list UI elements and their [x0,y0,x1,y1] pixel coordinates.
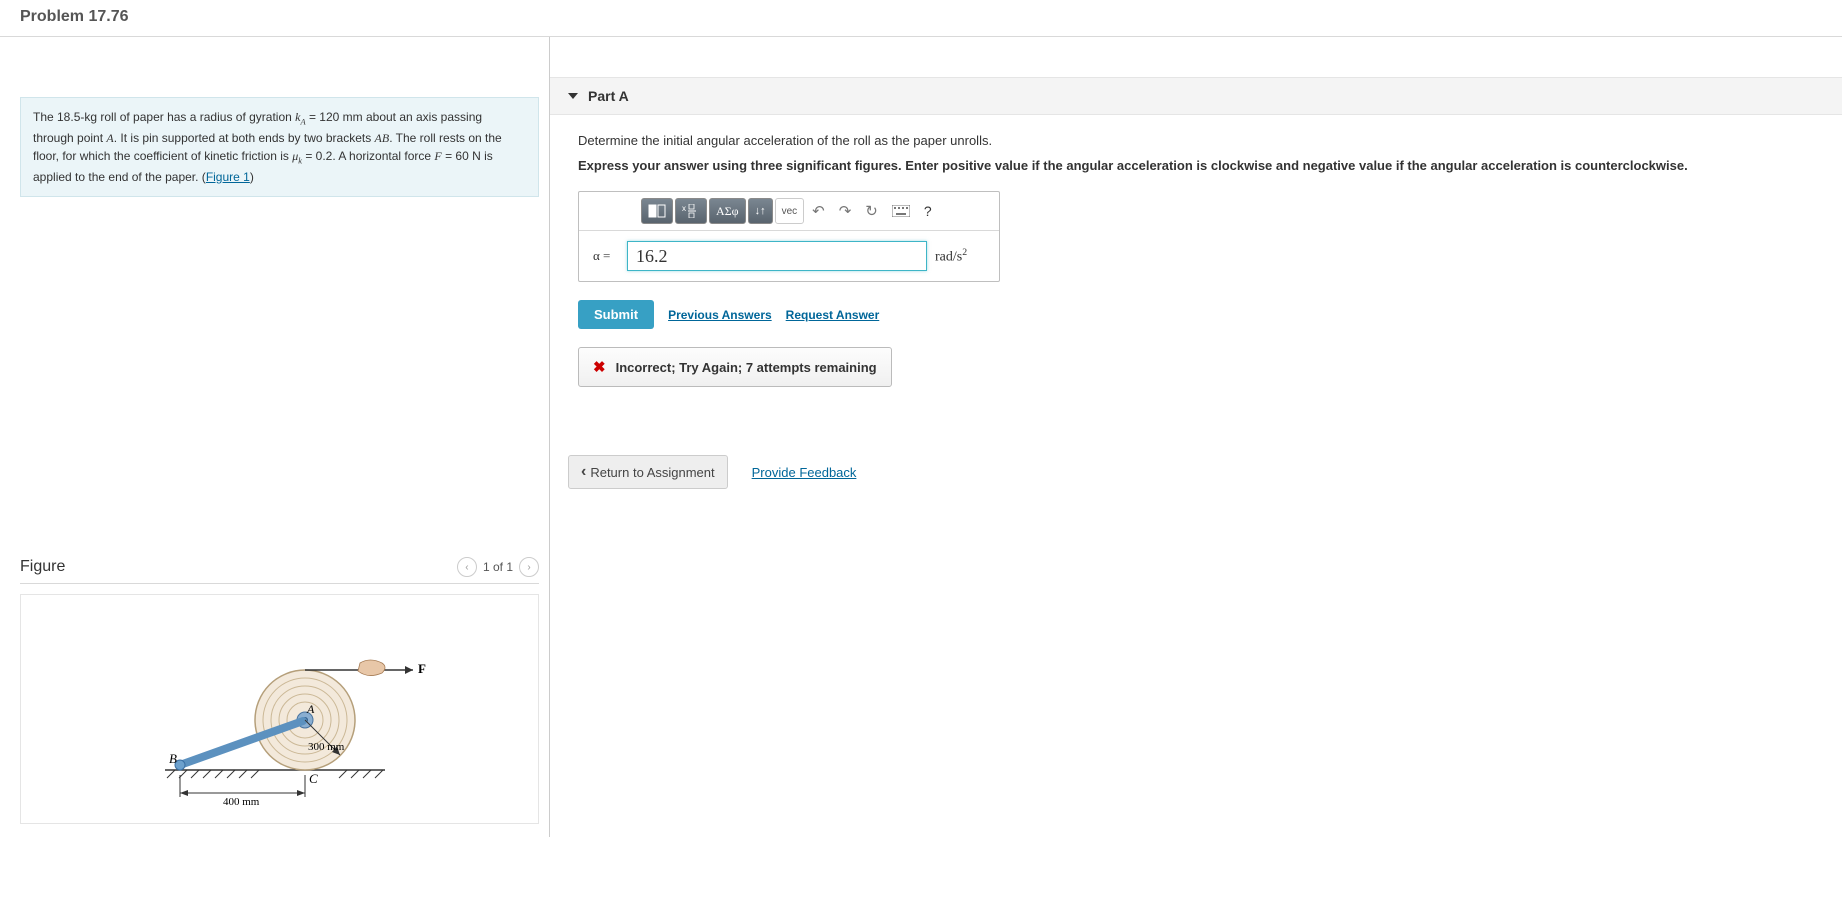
return-label: Return to Assignment [590,465,714,480]
part-header[interactable]: Part A [550,77,1842,115]
problem-statement: The 18.5-kg roll of paper has a radius o… [20,97,539,197]
right-pane: Part A Determine the initial angular acc… [550,37,1842,837]
submit-button[interactable]: Submit [578,300,654,329]
pager-text: 1 of 1 [483,560,513,574]
greek-button[interactable]: ΑΣφ [709,198,746,224]
page-header: Problem 17.76 [0,0,1842,37]
caret-down-icon [568,93,578,99]
ptxt6: ) [250,170,254,184]
answer-box: x ΑΣφ ↓↑ vec ↶ ↷ ↻ ? α = rad/s2 [578,191,1000,282]
feedback-text: Incorrect; Try Again; 7 attempts remaini… [616,360,877,375]
figure-section: Figure ‹ 1 of 1 › [20,557,539,824]
vector-button[interactable]: vec [775,198,805,224]
figure-header: Figure ‹ 1 of 1 › [20,557,539,584]
svg-text:x: x [682,204,686,213]
answer-label: α = [593,248,619,264]
pager-next-button[interactable]: › [519,557,539,577]
reset-button[interactable]: ↻ [859,198,884,224]
template-button[interactable] [641,198,673,224]
figure-diagram: B C A F 300 mm 400 mm [125,615,435,815]
sym-AB: AB [375,131,390,145]
figure-link[interactable]: Figure 1 [206,170,250,184]
answer-row: α = rad/s2 [579,231,999,281]
provide-feedback-link[interactable]: Provide Feedback [752,465,857,480]
sym-A: A [106,131,113,145]
keyboard-button[interactable] [886,198,916,224]
request-answer-link[interactable]: Request Answer [786,308,880,322]
figure-body[interactable]: B C A F 300 mm 400 mm [20,594,539,824]
subscript-button[interactable]: ↓↑ [748,198,773,224]
feedback-box: ✖ Incorrect; Try Again; 7 attempts remai… [578,347,892,387]
ptxt4: = 0.2. A horizontal force [302,149,434,163]
left-pane: The 18.5-kg roll of paper has a radius o… [0,37,550,837]
part-body: Determine the initial angular accelerati… [550,115,1842,405]
figure-pager: ‹ 1 of 1 › [457,557,539,577]
problem-title: Problem 17.76 [20,8,1822,26]
fraction-button[interactable]: x [675,198,707,224]
action-row: Submit Previous Answers Request Answer [578,300,1814,329]
previous-answers-link[interactable]: Previous Answers [668,308,772,322]
part-title: Part A [588,88,629,104]
prompt-main: Determine the initial angular accelerati… [578,133,1814,148]
prompt-instructions: Express your answer using three signific… [578,158,1814,173]
answer-unit: rad/s2 [935,247,985,266]
fig-label-r: 300 mm [308,741,345,753]
fig-label-A: A [306,702,315,716]
bottom-row: Return to Assignment Provide Feedback [550,455,1842,489]
ptxt0: The 18.5-kg roll of paper has a radius o… [33,110,295,124]
help-button[interactable]: ? [918,198,938,224]
answer-toolbar: x ΑΣφ ↓↑ vec ↶ ↷ ↻ ? [579,192,999,231]
redo-button[interactable]: ↷ [833,198,858,224]
figure-title: Figure [20,558,65,576]
fig-label-C: C [309,771,318,786]
main-layout: The 18.5-kg roll of paper has a radius o… [0,37,1842,837]
ptxt2: . It is pin supported at both ends by tw… [114,131,375,145]
sym-kA: kA [295,110,305,124]
return-to-assignment-button[interactable]: Return to Assignment [568,455,728,489]
pager-prev-button[interactable]: ‹ [457,557,477,577]
sym-muk: μk [292,149,302,163]
incorrect-icon: ✖ [593,358,606,376]
fig-label-F: F [418,661,426,676]
undo-button[interactable]: ↶ [806,198,831,224]
fig-label-B: B [169,751,177,766]
sym-F: F [434,149,441,163]
fig-label-d: 400 mm [223,796,260,808]
answer-input[interactable] [627,241,927,271]
